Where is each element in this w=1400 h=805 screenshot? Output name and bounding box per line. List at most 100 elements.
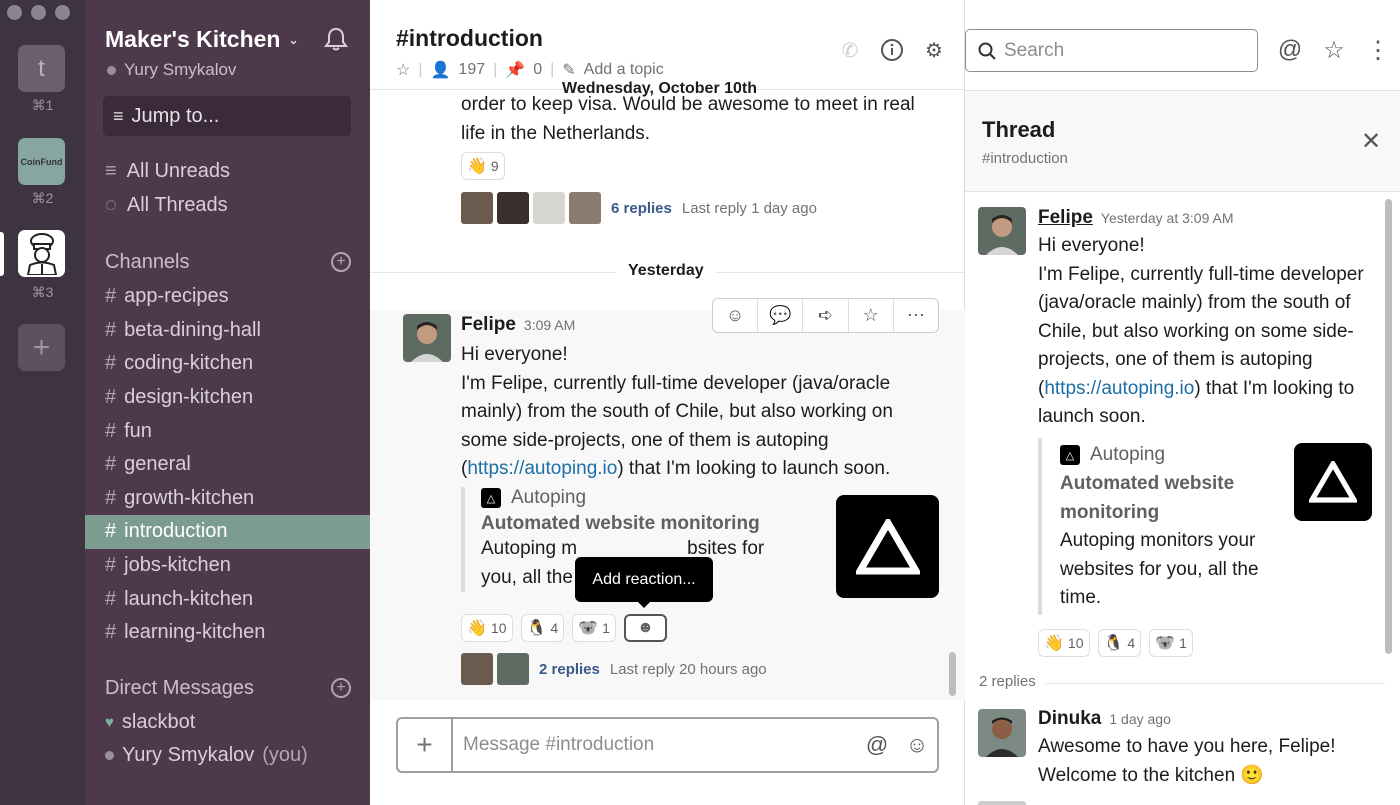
penguin-emoji-icon: 🐧 bbox=[526, 620, 547, 637]
sidebar-item-design-kitchen[interactable]: # design-kitchen bbox=[85, 381, 370, 415]
wave-emoji-icon: 👋 bbox=[467, 620, 487, 637]
avatar-dinuka[interactable] bbox=[978, 709, 1026, 757]
message-time[interactable]: 1 day ago bbox=[1109, 711, 1171, 727]
close-window-button[interactable] bbox=[7, 5, 22, 20]
reaction-penguin[interactable]: 🐧 4 bbox=[520, 614, 565, 642]
sidebar-item-beta-dining-hall[interactable]: # beta-dining-hall bbox=[85, 314, 370, 348]
add-reaction-icon[interactable]: ☺ bbox=[713, 299, 759, 332]
jump-to-label: Jump to... bbox=[131, 104, 220, 127]
reply-count[interactable]: 2 replies bbox=[539, 661, 600, 678]
maximize-window-button[interactable] bbox=[55, 5, 70, 20]
sidebar-item-learning-kitchen[interactable]: # learning-kitchen bbox=[85, 616, 370, 650]
member-count[interactable]: 197 bbox=[458, 61, 485, 79]
channel-list: # app-recipes # beta-dining-hall # coding-k… bbox=[85, 280, 370, 650]
add-channel-icon[interactable]: + bbox=[331, 252, 351, 272]
star-icon[interactable]: ☆ bbox=[396, 60, 410, 80]
avatar bbox=[461, 192, 493, 224]
info-icon[interactable] bbox=[877, 35, 907, 65]
author-name[interactable]: Felipe bbox=[461, 314, 516, 336]
search-input[interactable]: Search bbox=[965, 29, 1258, 72]
reaction-wave[interactable]: 👋 10 bbox=[461, 614, 513, 642]
mention-icon[interactable]: @ bbox=[857, 719, 897, 771]
smile-emoji-icon: 🙂 bbox=[1240, 764, 1265, 786]
avatar-felipe[interactable] bbox=[403, 314, 451, 362]
avatar bbox=[978, 801, 1026, 805]
message-input[interactable]: Message #introduction bbox=[453, 734, 857, 756]
sidebar-item-growth-kitchen[interactable]: # growth-kitchen bbox=[85, 482, 370, 516]
add-dm-icon[interactable]: + bbox=[331, 678, 351, 698]
star-icon[interactable]: ☆ bbox=[849, 299, 894, 332]
all-threads-link[interactable]: ◌ All Threads bbox=[105, 194, 228, 217]
start-thread-icon[interactable]: 💬 bbox=[758, 299, 804, 332]
mentions-icon[interactable]: @ bbox=[1275, 35, 1305, 65]
minimize-window-button[interactable] bbox=[31, 5, 46, 20]
site-name: Autoping bbox=[511, 487, 587, 508]
workspace-makers-kitchen[interactable] bbox=[18, 230, 65, 277]
divider: | bbox=[418, 61, 423, 78]
dm-self[interactable]: Yury Smykalov (you) bbox=[105, 744, 308, 767]
message-time[interactable]: Yesterday at 3:09 AM bbox=[1101, 210, 1234, 226]
thread-summary[interactable]: 2 replies Last reply 20 hours ago bbox=[461, 653, 767, 685]
message-time[interactable]: 3:09 AM bbox=[524, 317, 575, 333]
share-arrow-icon[interactable]: ➪ bbox=[803, 299, 849, 332]
reply-count[interactable]: 6 replies bbox=[611, 200, 672, 217]
search-placeholder: Search bbox=[1004, 39, 1065, 61]
author-name[interactable]: Dinuka bbox=[1038, 708, 1101, 730]
workspace-t[interactable]: t bbox=[18, 45, 65, 92]
author-name[interactable]: Felipe bbox=[1038, 207, 1093, 229]
emoji-icon[interactable]: ☺ bbox=[897, 719, 937, 771]
pin-count[interactable]: 0 bbox=[533, 61, 542, 79]
close-icon[interactable]: ✕ bbox=[1361, 127, 1381, 156]
scrollbar[interactable] bbox=[949, 652, 956, 696]
autoping-link[interactable]: https://autoping.io bbox=[467, 458, 617, 479]
autoping-logo bbox=[1294, 443, 1372, 521]
dm-slackbot[interactable]: ♥ slackbot bbox=[105, 711, 195, 734]
channel-title[interactable]: #introduction bbox=[396, 25, 543, 52]
autoping-link[interactable]: https://autoping.io bbox=[1044, 378, 1194, 399]
autoping-triangle-icon bbox=[1309, 461, 1357, 503]
message-line: order to keep visa. Would be awesome to … bbox=[461, 94, 915, 115]
thread-summary[interactable]: 6 replies Last reply 1 day ago bbox=[461, 192, 817, 224]
message-actions-toolbar: ☺ 💬 ➪ ☆ ⋯ bbox=[712, 298, 939, 333]
sidebar-item-app-recipes[interactable]: # app-recipes bbox=[85, 280, 370, 314]
sidebar-item-general[interactable]: # general bbox=[85, 448, 370, 482]
current-user[interactable]: Yury Smykalov bbox=[107, 60, 236, 80]
sidebar-item-jobs-kitchen[interactable]: # jobs-kitchen bbox=[85, 549, 370, 583]
sidebar-item-fun[interactable]: # fun bbox=[85, 414, 370, 448]
avatar-felipe[interactable] bbox=[978, 207, 1026, 255]
reaction-wave[interactable]: 👋 9 bbox=[461, 152, 505, 180]
bell-icon[interactable] bbox=[323, 26, 349, 52]
reaction-koala[interactable]: 🐨 1 bbox=[1149, 629, 1193, 657]
reaction-koala[interactable]: 🐨 1 bbox=[572, 614, 616, 642]
all-unreads-link[interactable]: ≡ All Unreads bbox=[105, 160, 230, 183]
starred-icon[interactable]: ☆ bbox=[1319, 35, 1349, 65]
more-vertical-icon[interactable]: ⋮ bbox=[1363, 35, 1393, 65]
more-actions-icon[interactable]: ⋯ bbox=[894, 299, 938, 332]
team-menu[interactable]: Maker's Kitchen ⌄ bbox=[105, 26, 299, 53]
reaction-count: 4 bbox=[550, 620, 559, 636]
divider: | bbox=[493, 61, 498, 78]
unreads-icon: ≡ bbox=[105, 160, 117, 182]
avatar bbox=[569, 192, 601, 224]
add-workspace-button[interactable]: + bbox=[18, 324, 65, 371]
add-topic-link[interactable]: Add a topic bbox=[584, 61, 664, 79]
member-icon[interactable]: 👤 bbox=[431, 60, 451, 80]
sidebar-item-coding-kitchen[interactable]: # coding-kitchen bbox=[85, 347, 370, 381]
thread-scrollbar[interactable] bbox=[1385, 199, 1392, 654]
reaction-wave[interactable]: 👋 10 bbox=[1038, 629, 1090, 657]
thread-channel[interactable]: #introduction bbox=[982, 150, 1068, 167]
attach-plus-button[interactable]: + bbox=[398, 719, 453, 771]
reaction-penguin[interactable]: 🐧 4 bbox=[1097, 629, 1142, 657]
pin-icon[interactable]: 📌 bbox=[505, 60, 525, 80]
direct-messages-header[interactable]: Direct Messages bbox=[105, 677, 254, 700]
phone-icon[interactable]: ✆ bbox=[835, 35, 865, 65]
sidebar-item-introduction[interactable]: # introduction bbox=[85, 515, 370, 549]
message-line: Hi everyone! bbox=[461, 344, 568, 365]
add-reaction-button[interactable]: ☻ bbox=[623, 614, 667, 642]
channels-header[interactable]: Channels bbox=[105, 251, 190, 274]
gear-icon[interactable]: ⚙ bbox=[919, 35, 949, 65]
sidebar-item-launch-kitchen[interactable]: # launch-kitchen bbox=[85, 582, 370, 616]
reaction-count: 4 bbox=[1127, 635, 1136, 651]
workspace-coinfund[interactable]: CoinFund bbox=[18, 138, 65, 185]
jump-to-button[interactable]: ≡ Jump to... bbox=[103, 96, 351, 136]
